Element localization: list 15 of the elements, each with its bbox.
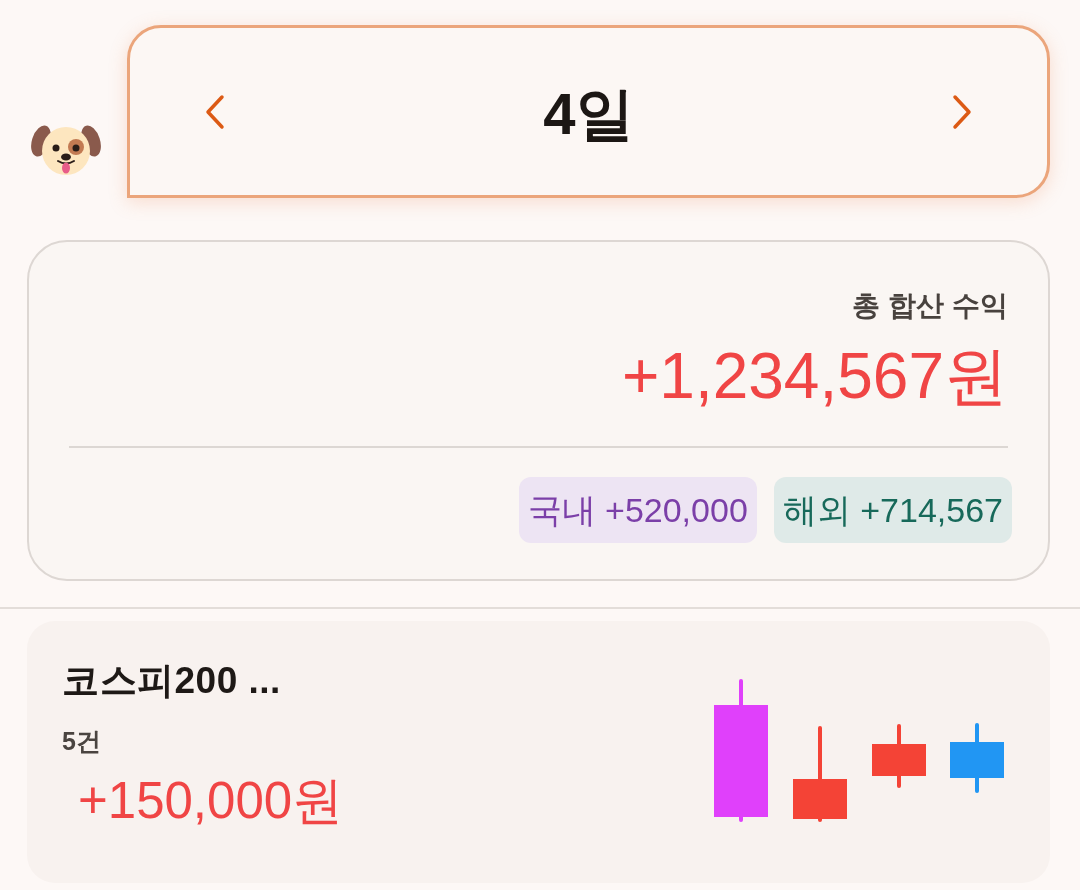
previous-day-button[interactable] [204,93,226,130]
candlestick [950,723,1004,793]
total-label: 총 합산 수익 [852,289,1008,323]
chevron-left-icon [204,93,226,130]
trade-count: 5건 [62,726,101,757]
next-day-button[interactable] [951,93,973,130]
total-amount: +1,234,567원 [621,339,1008,414]
candlestick [872,724,926,788]
date-title: 4일 [543,79,634,148]
profit-badge: 국내 +520,000 [518,477,757,543]
chevron-right-icon [951,93,973,130]
profit-badge: 해외 +714,567 [773,477,1012,543]
stock-item-card[interactable]: 코스피200 ... 5건 +150,000원 [27,621,1050,883]
profit-amount: +150,000원 [78,771,344,831]
stock-name: 코스피200 ... [62,659,281,703]
